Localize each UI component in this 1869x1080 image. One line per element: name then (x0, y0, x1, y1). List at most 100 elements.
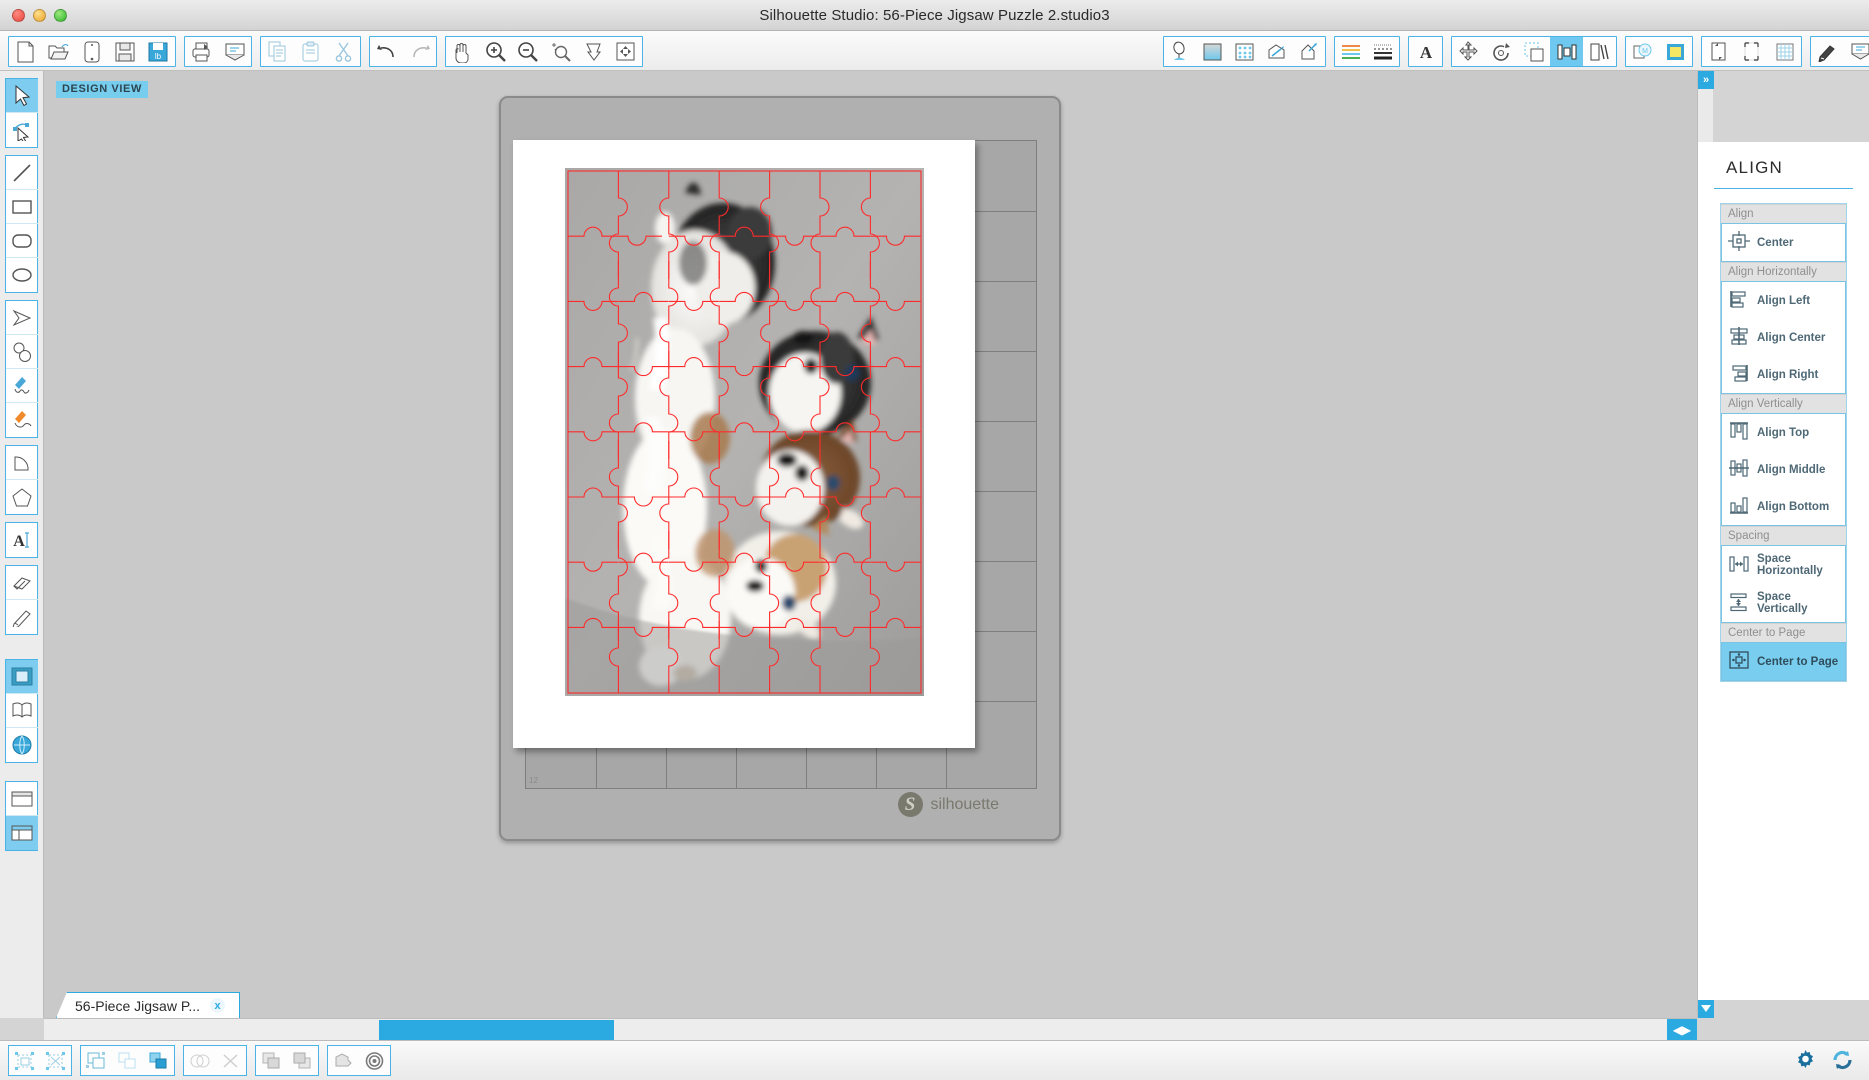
clipboard-group (260, 36, 361, 67)
page[interactable] (513, 140, 975, 748)
group-button[interactable] (81, 1046, 112, 1075)
rectangle-tool-button[interactable] (6, 190, 38, 224)
library-tool-button[interactable] (6, 694, 38, 728)
send-panel-button[interactable] (1844, 37, 1869, 66)
text-tool-button[interactable]: A (6, 523, 38, 557)
registration-button[interactable] (359, 1046, 390, 1075)
draw-smooth-freehand-tool-button[interactable] (6, 403, 38, 437)
rotate-button[interactable] (1485, 37, 1518, 66)
artwork-husky-puzzle[interactable] (565, 168, 924, 696)
make-compound-path-button[interactable] (143, 1046, 174, 1075)
space-horizontally-button[interactable]: Space Horizontally (1722, 546, 1845, 584)
bring-to-front-button[interactable] (256, 1046, 287, 1075)
horizontal-scroll-arrows[interactable]: ◀▶ (1667, 1019, 1697, 1041)
section-align-vertically-box: Align Top Align Middle Align Bottom (1721, 413, 1846, 526)
close-icon[interactable]: x (210, 998, 226, 1013)
redo-button[interactable] (403, 37, 436, 66)
cut-button[interactable] (327, 37, 360, 66)
page-setup-button[interactable] (1702, 37, 1735, 66)
edit-points-tool-button[interactable] (6, 113, 38, 147)
design-panel-button[interactable] (6, 782, 38, 816)
zoom-in-button[interactable] (479, 37, 512, 66)
curve-tool-button[interactable] (6, 335, 38, 369)
fit-to-window-button[interactable] (577, 37, 610, 66)
save-special-button[interactable]: lb (141, 37, 174, 66)
align-center-button[interactable]: Center (1722, 224, 1845, 261)
svg-text:A: A (1419, 43, 1432, 62)
release-compound-path-button[interactable] (215, 1046, 246, 1075)
align-left-button[interactable]: Align Left (1722, 282, 1845, 319)
replicate-button[interactable] (1583, 37, 1616, 66)
modify-button[interactable]: M (1626, 37, 1659, 66)
mat-brand-label: silhouette (930, 795, 1000, 813)
line-tool-button[interactable] (6, 156, 38, 190)
select-all-button[interactable] (9, 1046, 40, 1075)
align-center-h-button[interactable]: Align Center (1722, 319, 1845, 356)
align-center-h-icon (1728, 326, 1750, 349)
horizontal-scrollbar[interactable]: ◀▶ (44, 1018, 1697, 1041)
library-group (5, 659, 38, 763)
align-middle-button[interactable]: Align Middle (1722, 451, 1845, 488)
fill-color-button[interactable] (1164, 37, 1196, 66)
open-document-button[interactable] (42, 37, 75, 66)
eraser-tool-button[interactable] (6, 566, 38, 600)
save-to-library-button[interactable] (75, 37, 108, 66)
zoom-to-selection-button[interactable] (544, 37, 577, 66)
trace-button[interactable] (328, 1046, 359, 1075)
line-style-button[interactable] (1335, 37, 1367, 66)
zoom-out-button[interactable] (511, 37, 544, 66)
send-to-back-button[interactable] (287, 1046, 318, 1075)
center-to-page-button[interactable]: Center to Page (1722, 643, 1845, 680)
draw-freehand-tool-button[interactable] (6, 369, 38, 403)
pan-tool-button[interactable] (446, 37, 479, 66)
align-left-label: Align Left (1757, 294, 1811, 307)
fit-to-page-button[interactable] (609, 37, 642, 66)
cut-settings-button[interactable] (1811, 37, 1844, 66)
align-right-button[interactable]: Align Right (1722, 356, 1845, 393)
silhouette-store-tool-button[interactable] (6, 728, 38, 762)
regular-polygon-tool-button[interactable] (6, 480, 38, 514)
sketch-pen-button[interactable] (1293, 37, 1325, 66)
design-page-tool-button[interactable] (6, 660, 38, 694)
save-document-button[interactable] (108, 37, 141, 66)
copy-button[interactable] (261, 37, 294, 66)
undo-button[interactable] (370, 37, 403, 66)
move-button[interactable] (1452, 37, 1485, 66)
align-top-label: Align Top (1757, 426, 1810, 439)
document-tab[interactable]: 56-Piece Jigsaw P... x (56, 992, 241, 1018)
weld-button[interactable] (184, 1046, 215, 1075)
design-canvas[interactable]: DESIGN VIEW 12 S silhouette (44, 71, 1697, 1018)
ellipse-tool-button[interactable] (6, 258, 38, 292)
line-thickness-button[interactable] (1367, 37, 1399, 66)
grid-settings-button[interactable] (1768, 37, 1801, 66)
horizontal-scroll-thumb[interactable] (379, 1020, 614, 1040)
new-document-button[interactable] (9, 37, 42, 66)
align-button[interactable] (1550, 37, 1584, 66)
sync-icon[interactable] (1830, 1048, 1855, 1078)
paste-button[interactable] (294, 37, 327, 66)
polygon-tool-button[interactable] (6, 301, 38, 335)
arc-tool-button[interactable] (6, 446, 38, 480)
left-tool-palette: A (0, 71, 44, 1018)
select-tool-button[interactable] (6, 79, 38, 113)
pattern-fill-button[interactable] (1228, 37, 1260, 66)
offset-button[interactable] (1659, 37, 1692, 66)
scale-button[interactable] (1518, 37, 1551, 66)
gear-icon[interactable] (1793, 1048, 1818, 1078)
send-to-silhouette-button[interactable] (218, 37, 251, 66)
gradient-fill-button[interactable] (1196, 37, 1228, 66)
align-top-button[interactable]: Align Top (1722, 414, 1845, 451)
knife-tool-button[interactable] (6, 600, 38, 634)
print-button[interactable] (185, 37, 218, 66)
align-bottom-button[interactable]: Align Bottom (1722, 488, 1845, 525)
ungroup-button[interactable] (112, 1046, 143, 1075)
deselect-all-button[interactable] (40, 1046, 71, 1075)
registration-marks-button[interactable] (1735, 37, 1768, 66)
split-panel-button[interactable] (6, 816, 38, 850)
puzzle-cut-path[interactable] (565, 168, 924, 696)
line-color-button[interactable] (1261, 37, 1293, 66)
space-vertically-button[interactable]: Space Vertically (1722, 584, 1845, 622)
text-style-button[interactable]: A (1409, 37, 1442, 66)
rounded-rectangle-tool-button[interactable] (6, 224, 38, 258)
transform-group (1451, 36, 1617, 67)
